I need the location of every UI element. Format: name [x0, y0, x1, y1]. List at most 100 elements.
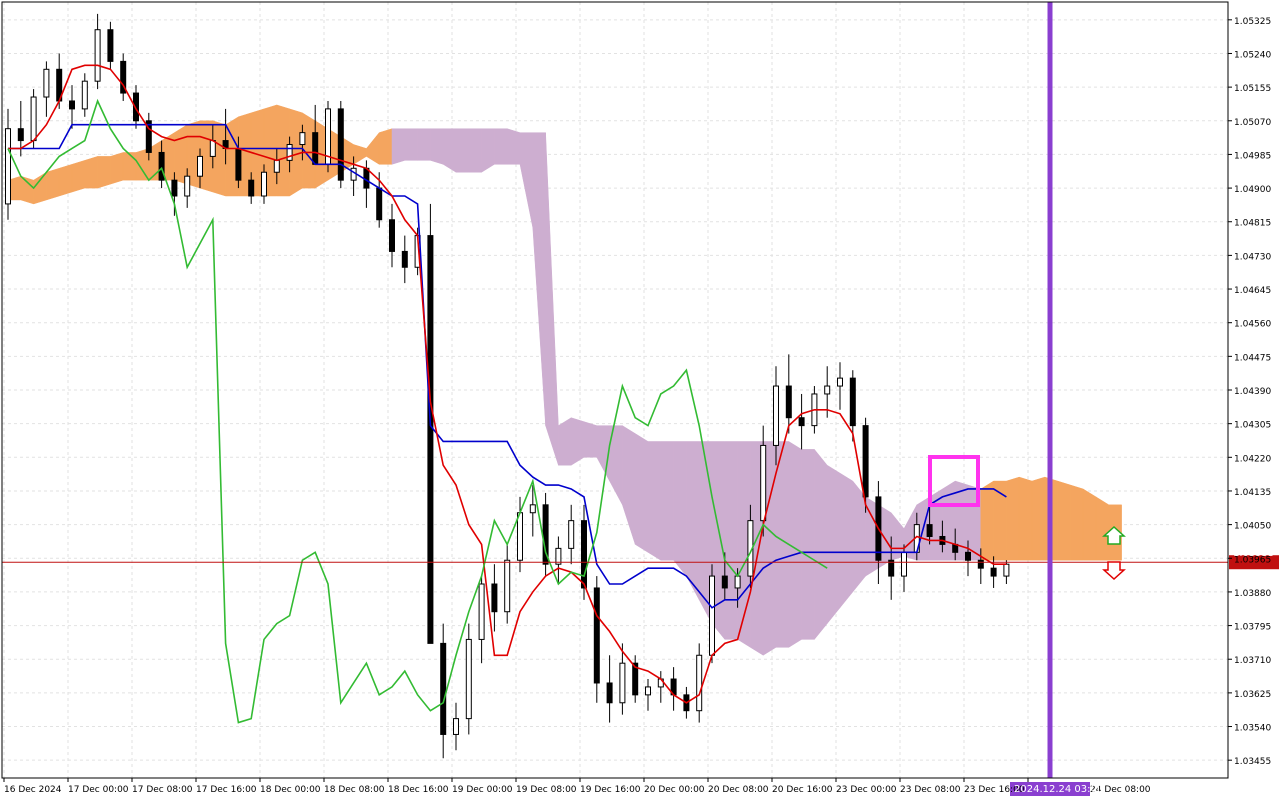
kumo-segment [801, 449, 815, 640]
candle-bull [568, 520, 575, 549]
kumo-segment [455, 128, 470, 173]
x-tick-label: 19 Dec 16:00 [580, 785, 641, 795]
candle-bear [376, 187, 383, 221]
candle-bull [504, 559, 511, 613]
cursor-time-label: 2024.12.24 03:00 [1014, 784, 1103, 795]
y-tick-label: 1.04645 [1234, 286, 1271, 296]
x-tick-label: 19 Dec 08:00 [516, 785, 577, 795]
kumo-segment [1057, 480, 1071, 561]
candle-bull [645, 686, 651, 696]
kumo-segment [481, 128, 495, 173]
candle-bull [709, 575, 715, 656]
kumo-segment [71, 160, 86, 193]
y-tick-label: 1.03625 [1234, 690, 1271, 700]
kumo-segment [430, 128, 444, 165]
candle-bull [30, 96, 37, 142]
candle-bull [5, 128, 11, 205]
candle-bull [517, 512, 523, 561]
kumo-segment [839, 472, 854, 609]
kumo-segment [122, 152, 137, 181]
kumo-segment [1070, 484, 1084, 561]
kumo-segment [110, 152, 124, 185]
kumo-segment [97, 156, 111, 189]
candle-bear [785, 385, 792, 419]
candle-bull [529, 504, 536, 514]
x-tick-label: 18 Dec 08:00 [324, 785, 385, 795]
y-tick-label: 1.04560 [1234, 320, 1271, 330]
candle-bear [248, 179, 255, 197]
kumo-segment [788, 441, 802, 648]
candle-bear [337, 108, 344, 181]
x-tick-label: 18 Dec 00:00 [260, 785, 321, 795]
x-tick-label: 20 Dec 08:00 [708, 785, 769, 795]
kumo-segment [583, 421, 598, 458]
candle-bear [171, 179, 178, 197]
y-tick-label: 1.04135 [1234, 488, 1271, 498]
kumo-segment [468, 128, 482, 173]
kumo-segment [84, 156, 98, 189]
kumo-segment [814, 448, 828, 641]
y-tick-label: 1.03880 [1234, 589, 1271, 599]
kumo-segment [58, 163, 73, 197]
y-tick-label: 1.04390 [1234, 387, 1271, 397]
kumo-segment [494, 128, 508, 165]
candle-bear [721, 575, 728, 589]
y-tick-label: 1.05240 [1234, 50, 1271, 60]
candle-bear [862, 425, 869, 498]
kumo-segment [673, 441, 687, 577]
candle-bull [1003, 563, 1010, 577]
candle-bear [581, 520, 587, 589]
candle-bear [491, 583, 498, 613]
candle-bear [107, 29, 114, 62]
kumo-segment [634, 433, 649, 553]
y-tick-label: 1.05155 [1234, 84, 1271, 94]
x-tick-label: 23 Dec 08:00 [900, 785, 961, 795]
candlestick-chart[interactable]: 1.05325 1.05240 1.05155 1.05070 1.04985 1.049… [0, 0, 1280, 800]
candle-bull [760, 444, 767, 522]
y-tick-label: 1.04815 [1234, 219, 1271, 229]
y-tick-label: 1.03795 [1234, 623, 1271, 633]
x-tick-label: 17 Dec 08:00 [132, 785, 193, 795]
kumo-segment [660, 441, 674, 561]
x-tick-label: 17 Dec 16:00 [196, 785, 257, 795]
candle-bull [696, 654, 703, 712]
y-tick-label: 1.03455 [1234, 757, 1271, 767]
chart-canvas[interactable]: 1.05325 1.05240 1.05155 1.05070 1.04985 1.049… [0, 0, 1280, 800]
x-tick-label: 19 Dec 00:00 [452, 785, 513, 795]
candle-bull [901, 551, 907, 577]
kumo-segment [724, 441, 738, 640]
candle-bear [977, 559, 984, 569]
y-tick-label: 1.03710 [1234, 656, 1271, 666]
kumo-segment [378, 128, 393, 165]
candle-bull [773, 385, 779, 446]
kumo-segment [1018, 476, 1033, 561]
candle-bull [619, 662, 626, 704]
candle-bear [427, 235, 434, 644]
candle-bull [299, 132, 306, 146]
x-tick-label: 23 Dec 00:00 [836, 785, 897, 795]
kumo-segment [1082, 488, 1097, 561]
y-tick-label: 1.03540 [1234, 724, 1271, 734]
y-tick-label: 1.04730 [1234, 252, 1271, 262]
candle-bull [837, 377, 843, 387]
kumo-segment [506, 128, 521, 165]
kumo-segment [570, 417, 585, 466]
candle-bull [94, 29, 101, 82]
candle-bear [312, 132, 319, 165]
plot-background [0, 0, 1280, 800]
candle-bear [606, 682, 613, 704]
candle-bear [69, 100, 75, 110]
kumo-segment [686, 441, 700, 600]
y-tick-label: 1.04900 [1234, 185, 1271, 195]
candle-bear [401, 250, 408, 268]
candle-bear [158, 151, 165, 181]
candle-bull [286, 144, 293, 161]
kumo-segment [212, 120, 226, 197]
candle-bear [235, 147, 242, 181]
candle-bull [184, 175, 191, 197]
kumo-segment [558, 417, 572, 466]
candle-bull [43, 68, 50, 98]
y-tick-label: 1.04305 [1234, 421, 1271, 431]
x-tick-label: 17 Dec 00:00 [68, 785, 129, 795]
kumo-segment [442, 128, 457, 173]
